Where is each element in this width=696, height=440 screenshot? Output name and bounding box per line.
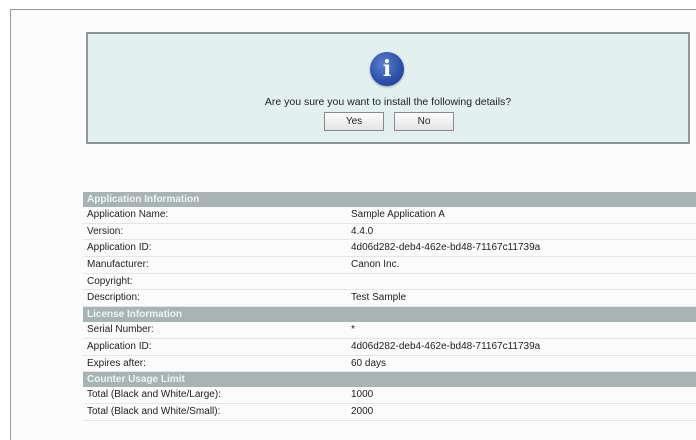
detail-row-application-name: Application Name: Sample Application A bbox=[83, 207, 696, 224]
detail-label: Application ID: bbox=[87, 340, 152, 352]
detail-label: Copyright: bbox=[87, 275, 133, 287]
detail-row-description: Description: Test Sample bbox=[83, 290, 696, 308]
install-confirmation-dialog: i Are you sure you want to install the f… bbox=[86, 32, 690, 144]
detail-row-license-application-id: Application ID: 4d06d282-deb4-462e-bd48-… bbox=[83, 339, 696, 356]
detail-row-application-id: Application ID: 4d06d282-deb4-462e-bd48-… bbox=[83, 240, 696, 258]
section-header-application-information: Application Information bbox=[83, 192, 696, 207]
detail-row-total-bw-small: Total (Black and White/Small): 2000 bbox=[83, 404, 696, 421]
detail-row-expires-after: Expires after: 60 days bbox=[83, 356, 696, 373]
detail-value: Sample Application A bbox=[351, 209, 445, 220]
detail-value: * bbox=[351, 324, 355, 336]
detail-label: Application Name: bbox=[87, 209, 169, 220]
detail-label: Manufacturer: bbox=[87, 259, 149, 271]
detail-value: 2000 bbox=[351, 405, 374, 417]
detail-row-serial-number: Serial Number: * bbox=[83, 322, 696, 339]
detail-row-total-bw-large: Total (Black and White/Large): 1000 bbox=[83, 387, 696, 404]
confirmation-message: Are you sure you want to install the fol… bbox=[264, 96, 512, 108]
detail-value: Canon Inc. bbox=[351, 259, 400, 271]
detail-value: 4.4.0 bbox=[351, 225, 374, 237]
no-button[interactable]: No bbox=[394, 112, 454, 131]
detail-label: Application ID: bbox=[87, 242, 152, 254]
detail-row-copyright: Copyright: bbox=[83, 274, 696, 291]
detail-value: Test Sample bbox=[351, 292, 407, 304]
detail-row-manufacturer: Manufacturer: Canon Inc. bbox=[83, 257, 696, 274]
section-header-license-information: License Information bbox=[83, 307, 696, 323]
detail-label: Description: bbox=[87, 292, 140, 304]
detail-label: Version: bbox=[87, 225, 124, 237]
detail-label: Serial Number: bbox=[87, 324, 154, 336]
detail-row-version: Version: 4.4.0 bbox=[83, 224, 696, 241]
info-glyph: i bbox=[382, 56, 392, 82]
detail-value: 1000 bbox=[351, 389, 374, 401]
info-icon: i bbox=[370, 52, 404, 86]
detail-value: 60 days bbox=[351, 357, 387, 369]
details-table: Application Information Application Name… bbox=[83, 192, 696, 421]
detail-label: Expires after: bbox=[87, 357, 146, 369]
detail-label: Total (Black and White/Large): bbox=[87, 389, 221, 401]
detail-value: 4d06d282-deb4-462e-bd48-71167c11739a bbox=[351, 340, 541, 352]
section-header-counter-usage-limit: Counter Usage Limit bbox=[83, 372, 696, 388]
detail-value: 4d06d282-deb4-462e-bd48-71167c11739a bbox=[351, 242, 541, 254]
yes-button[interactable]: Yes bbox=[324, 112, 384, 131]
detail-label: Total (Black and White/Small): bbox=[87, 405, 221, 417]
